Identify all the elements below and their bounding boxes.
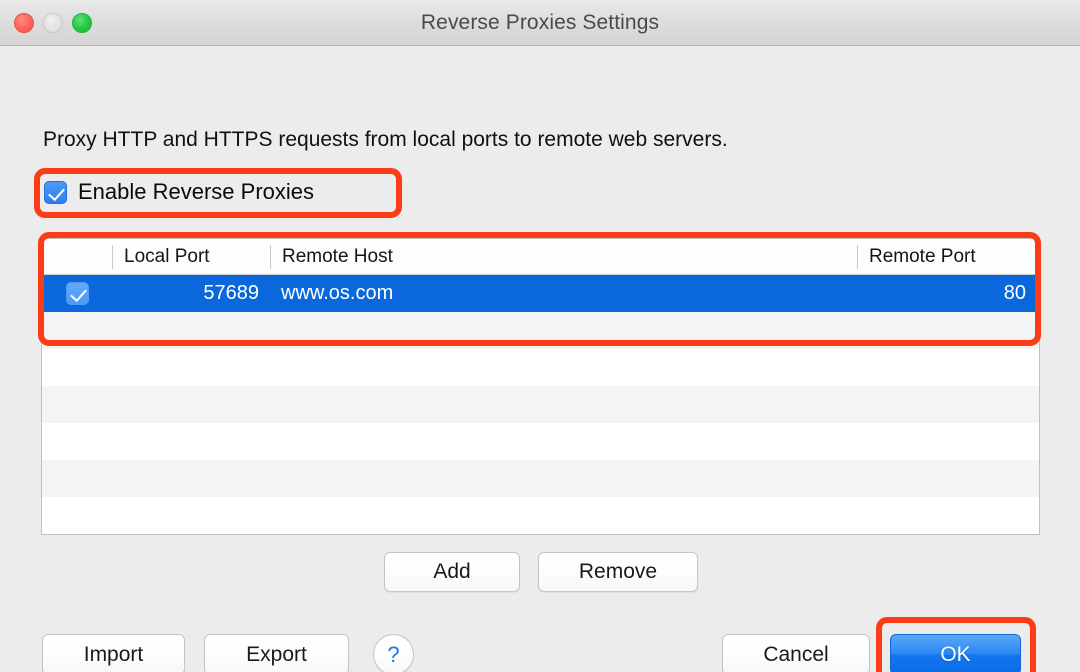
table-row[interactable]: 57689 www.os.com 80 <box>42 275 1039 312</box>
column-header-local-port[interactable]: Local Port <box>112 244 270 269</box>
zoom-window-button[interactable] <box>72 13 92 33</box>
column-header-remote-host[interactable]: Remote Host <box>270 244 857 269</box>
cell-local-port: 57689 <box>203 282 259 304</box>
enable-reverse-proxies-label: Enable Reverse Proxies <box>78 179 315 204</box>
table-row-empty[interactable] <box>42 497 1039 534</box>
cancel-button[interactable]: Cancel <box>722 634 870 672</box>
table-row-empty[interactable] <box>42 460 1039 497</box>
reverse-proxies-settings-window: Reverse Proxies Settings Proxy HTTP and … <box>0 0 1080 672</box>
row-enabled-checkbox-cell[interactable] <box>42 282 112 305</box>
table-header-row: Local Port Remote Host Remote Port <box>42 239 1039 275</box>
close-window-button[interactable] <box>14 13 34 33</box>
column-header-checkbox[interactable] <box>42 245 112 269</box>
window-title: Reverse Proxies Settings <box>420 10 660 34</box>
row-enabled-checkbox[interactable] <box>65 282 89 305</box>
enable-reverse-proxies-row[interactable]: Enable Reverse Proxies <box>44 179 314 205</box>
import-button[interactable]: Import <box>42 634 185 672</box>
window-titlebar: Reverse Proxies Settings <box>0 0 1080 46</box>
traffic-light-group <box>14 0 92 46</box>
proxy-table[interactable]: Local Port Remote Host Remote Port 57689… <box>41 238 1040 535</box>
table-row-empty[interactable] <box>42 349 1039 386</box>
export-button[interactable]: Export <box>204 634 349 672</box>
description-text: Proxy HTTP and HTTPS requests from local… <box>43 128 728 151</box>
dialog-content: Proxy HTTP and HTTPS requests from local… <box>0 46 1080 672</box>
cell-remote-host: www.os.com <box>281 282 394 304</box>
column-header-remote-port[interactable]: Remote Port <box>857 244 1039 269</box>
table-row-empty[interactable] <box>42 312 1039 349</box>
table-row-empty[interactable] <box>42 423 1039 460</box>
help-icon[interactable]: ? <box>373 634 414 672</box>
minimize-window-button[interactable] <box>43 13 63 33</box>
table-body: 57689 www.os.com 80 <box>42 275 1039 534</box>
ok-button[interactable]: OK <box>890 634 1021 672</box>
table-row-empty[interactable] <box>42 386 1039 423</box>
cell-remote-port: 80 <box>1003 282 1026 304</box>
add-button[interactable]: Add <box>384 552 520 592</box>
enable-reverse-proxies-checkbox[interactable] <box>44 180 67 204</box>
remove-button[interactable]: Remove <box>538 552 698 592</box>
